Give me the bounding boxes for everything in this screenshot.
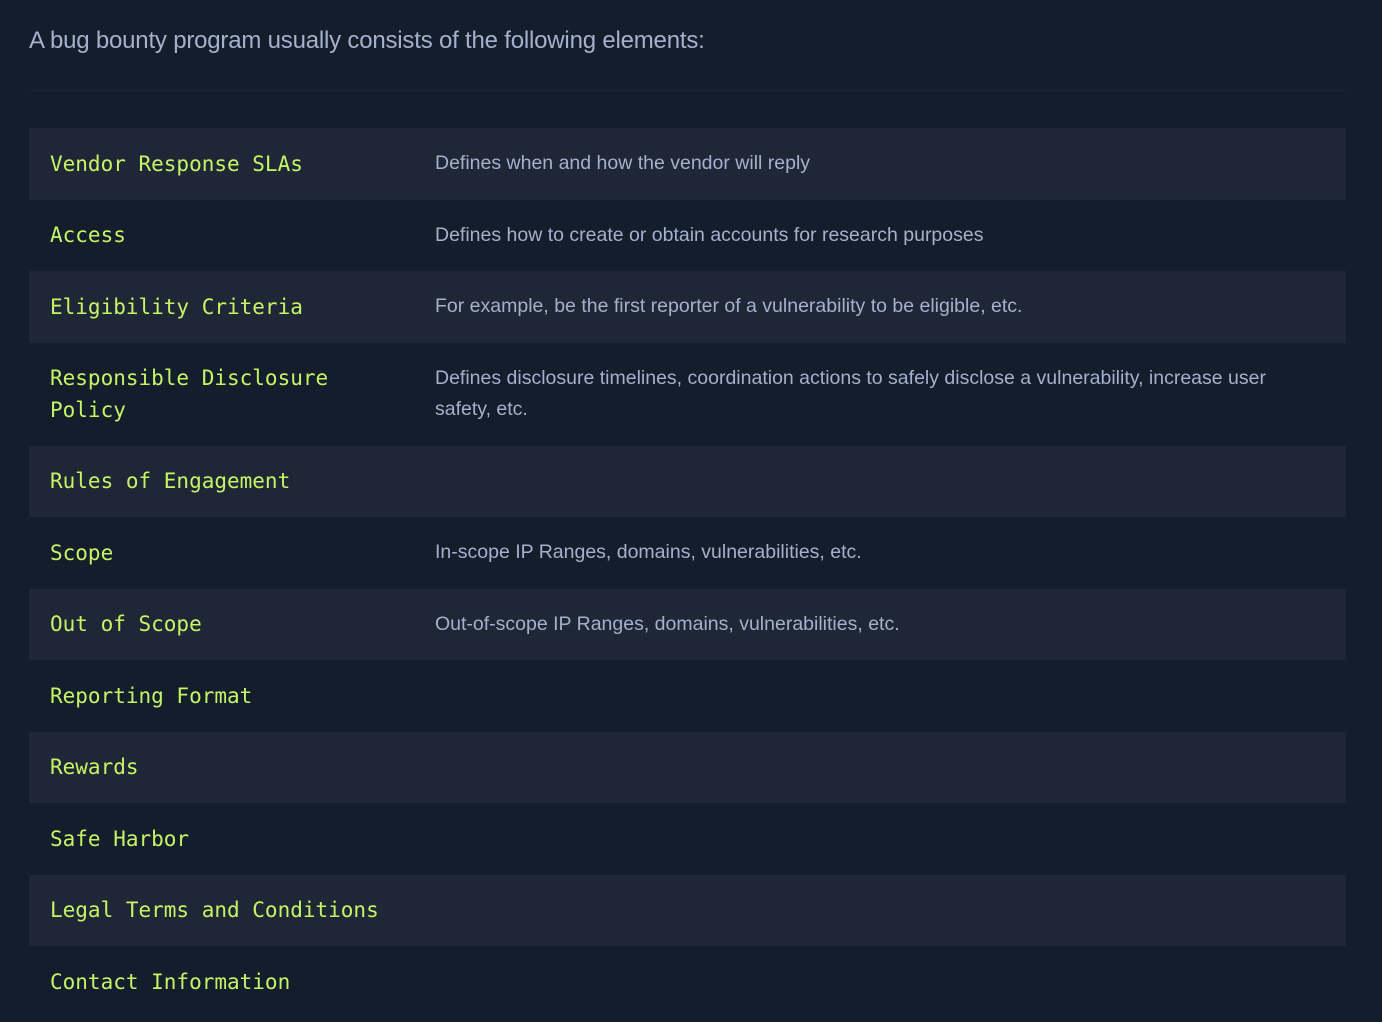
description-cell [414,732,1346,804]
description-cell [414,803,1346,875]
term-cell: Out of Scope [50,612,202,637]
term-cell: Responsible Disclosure Policy [50,366,329,422]
term-cell: Safe Harbor [50,826,190,851]
description-cell: Defines disclosure timelines, coordinati… [435,367,1266,420]
term-cell: Reporting Format [50,683,253,708]
table-row: Rules of Engagement [29,445,1346,518]
content-area: A bug bounty program usually consists of… [0,0,1382,1018]
description-cell: For example, be the first reporter of a … [435,295,1023,318]
term-cell: Access [50,223,126,248]
term-cell: Eligibility Criteria [50,294,303,319]
table-row: Reporting Format [29,660,1346,732]
description-cell [414,660,1346,732]
description-cell [414,946,1346,1018]
term-cell: Vendor Response SLAs [50,151,303,176]
table-row: Scope In-scope IP Ranges, domains, vulne… [29,517,1346,589]
term-cell: Scope [50,540,114,565]
term-cell: Rewards [50,755,139,780]
description-cell [414,875,1346,947]
term-cell: Contact Information [50,969,291,994]
term-cell: Rules of Engagement [50,469,291,494]
description-cell: Defines when and how the vendor will rep… [435,152,811,175]
table-row: Vendor Response SLAs Defines when and ho… [29,128,1346,200]
intro-paragraph: A bug bounty program usually consists of… [29,27,705,54]
table-row: Eligibility Criteria For example, be the… [29,271,1346,343]
table-row: Rewards [29,731,1346,804]
description-cell: Out-of-scope IP Ranges, domains, vulnera… [435,612,900,635]
description-cell: In-scope IP Ranges, domains, vulnerabili… [435,541,862,564]
table-row: Responsible Disclosure Policy Defines di… [29,342,1346,446]
table-row: Contact Information [29,946,1346,1018]
table-row: Access Defines how to create or obtain a… [29,199,1346,271]
divider [29,90,1346,91]
bug-bounty-elements-table: Vendor Response SLAs Defines when and ho… [29,128,1346,1018]
description-cell: Defines how to create or obtain accounts… [435,223,984,246]
table-row: Legal Terms and Conditions [29,874,1346,947]
term-cell: Legal Terms and Conditions [50,898,379,923]
description-cell [414,446,1346,518]
table-row: Out of Scope Out-of-scope IP Ranges, dom… [29,588,1346,660]
table-row: Safe Harbor [29,803,1346,875]
